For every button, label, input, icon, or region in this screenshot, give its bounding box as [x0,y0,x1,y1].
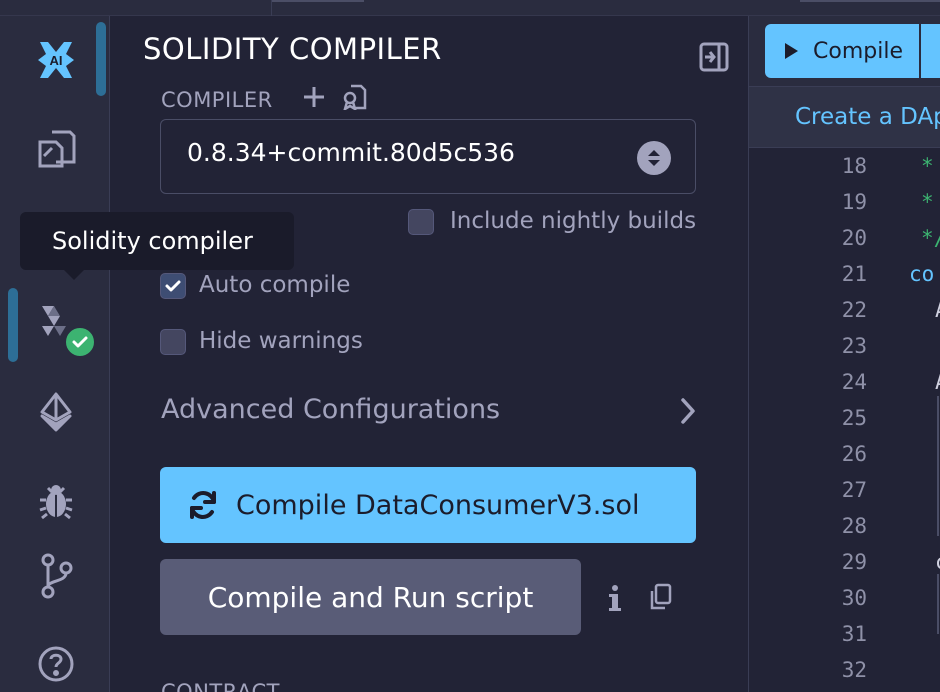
top-tab-strip [0,0,940,16]
ai-dapp-banner[interactable]: Create a DApp [749,86,940,148]
code-comment: * [921,190,934,214]
file-explorer-icon[interactable] [32,124,80,172]
debugger-icon[interactable] [32,476,80,524]
indent-guide [937,396,939,536]
top-tab-indicator [272,0,364,2]
line-number: 25 [841,406,867,430]
rail-active-indicator-ai [96,22,106,96]
svg-text:AI: AI [50,53,63,68]
line-number: 32 [841,658,867,682]
add-compiler-icon[interactable] [301,84,327,110]
code-comment: */ [921,226,940,250]
indent-guide [937,574,939,634]
code-keyword: co [909,262,935,286]
line-number: 20 [841,226,867,250]
compile-button-label: Compile DataConsumerV3.sol [236,489,640,521]
advanced-configurations-toggle[interactable]: Advanced Configurations [161,394,500,425]
panel-title: SOLIDITY COMPILER [143,32,442,66]
auto-compile-checkbox[interactable] [160,273,186,299]
dock-panel-icon[interactable] [699,42,729,72]
line-number: 21 [841,262,867,286]
compile-and-run-label: Compile and Run script [207,580,534,614]
deploy-run-icon[interactable] [32,388,80,436]
hide-warnings-label: Hide warnings [199,328,363,354]
line-number: 30 [841,586,867,610]
chevron-right-icon[interactable] [675,396,701,426]
tooltip-text: Solidity compiler [52,227,253,255]
compile-and-run-button[interactable]: Compile and Run script [160,559,581,635]
line-number: 29 [841,550,867,574]
info-icon[interactable] [605,582,625,614]
select-arrows-icon [637,141,671,175]
code-token: A [935,298,940,322]
compiler-version-select[interactable]: 0.8.34+commit.80d5c536 [160,119,696,194]
rail-active-indicator-compiler [8,288,18,362]
custom-compiler-icon[interactable] [341,84,367,112]
line-number: 22 [841,298,867,322]
check-icon [72,336,88,348]
top-tab-indicator-right [800,0,940,2]
code-token: A [935,370,940,394]
line-number-gutter: 18 19 20 21 22 23 24 25 26 27 28 29 30 3… [749,148,869,692]
button-separator [919,24,921,78]
help-icon[interactable] [32,640,80,688]
copy-icon[interactable] [647,582,673,612]
line-number: 28 [841,514,867,538]
refresh-icon [190,491,216,519]
editor-compile-label: Compile [813,38,903,64]
code-editor: Compile Create a DApp 18 19 20 21 22 23 … [748,16,940,692]
compile-success-badge [64,326,96,358]
contract-label: CONTRACT [161,680,280,692]
code-token: c [935,550,940,574]
line-number: 26 [841,442,867,466]
editor-compile-button[interactable]: Compile [765,24,940,78]
top-tab-placeholder [110,0,272,16]
icon-rail: AI [0,16,110,692]
line-number: 19 [841,190,867,214]
auto-compile-label: Auto compile [199,272,351,298]
code-comment: * [921,154,934,178]
rail-tooltip: Solidity compiler [20,212,294,280]
line-number: 31 [841,622,867,646]
editor-toolbar: Compile [749,16,940,86]
ai-banner-text: Create a DApp [795,104,940,130]
compiler-label: COMPILER [161,88,273,112]
line-number: 23 [841,334,867,358]
git-icon[interactable] [32,552,80,600]
line-number: 27 [841,478,867,502]
compile-button[interactable]: Compile DataConsumerV3.sol [160,467,696,543]
line-number: 24 [841,370,867,394]
solidity-compiler-panel: SOLIDITY COMPILER COMPILER 0.8.34+commit… [111,16,747,692]
nightly-builds-checkbox[interactable] [408,209,434,235]
play-icon [785,43,798,59]
hide-warnings-checkbox[interactable] [160,329,186,355]
line-number: 18 [841,154,867,178]
ai-logo-icon[interactable]: AI [32,36,80,84]
compiler-version-value: 0.8.34+commit.80d5c536 [187,138,515,167]
nightly-builds-label: Include nightly builds [450,208,697,234]
remix-ide: AI Solidity compiler SOLIDITY COMPILER C… [0,0,940,692]
check-icon [165,280,181,292]
